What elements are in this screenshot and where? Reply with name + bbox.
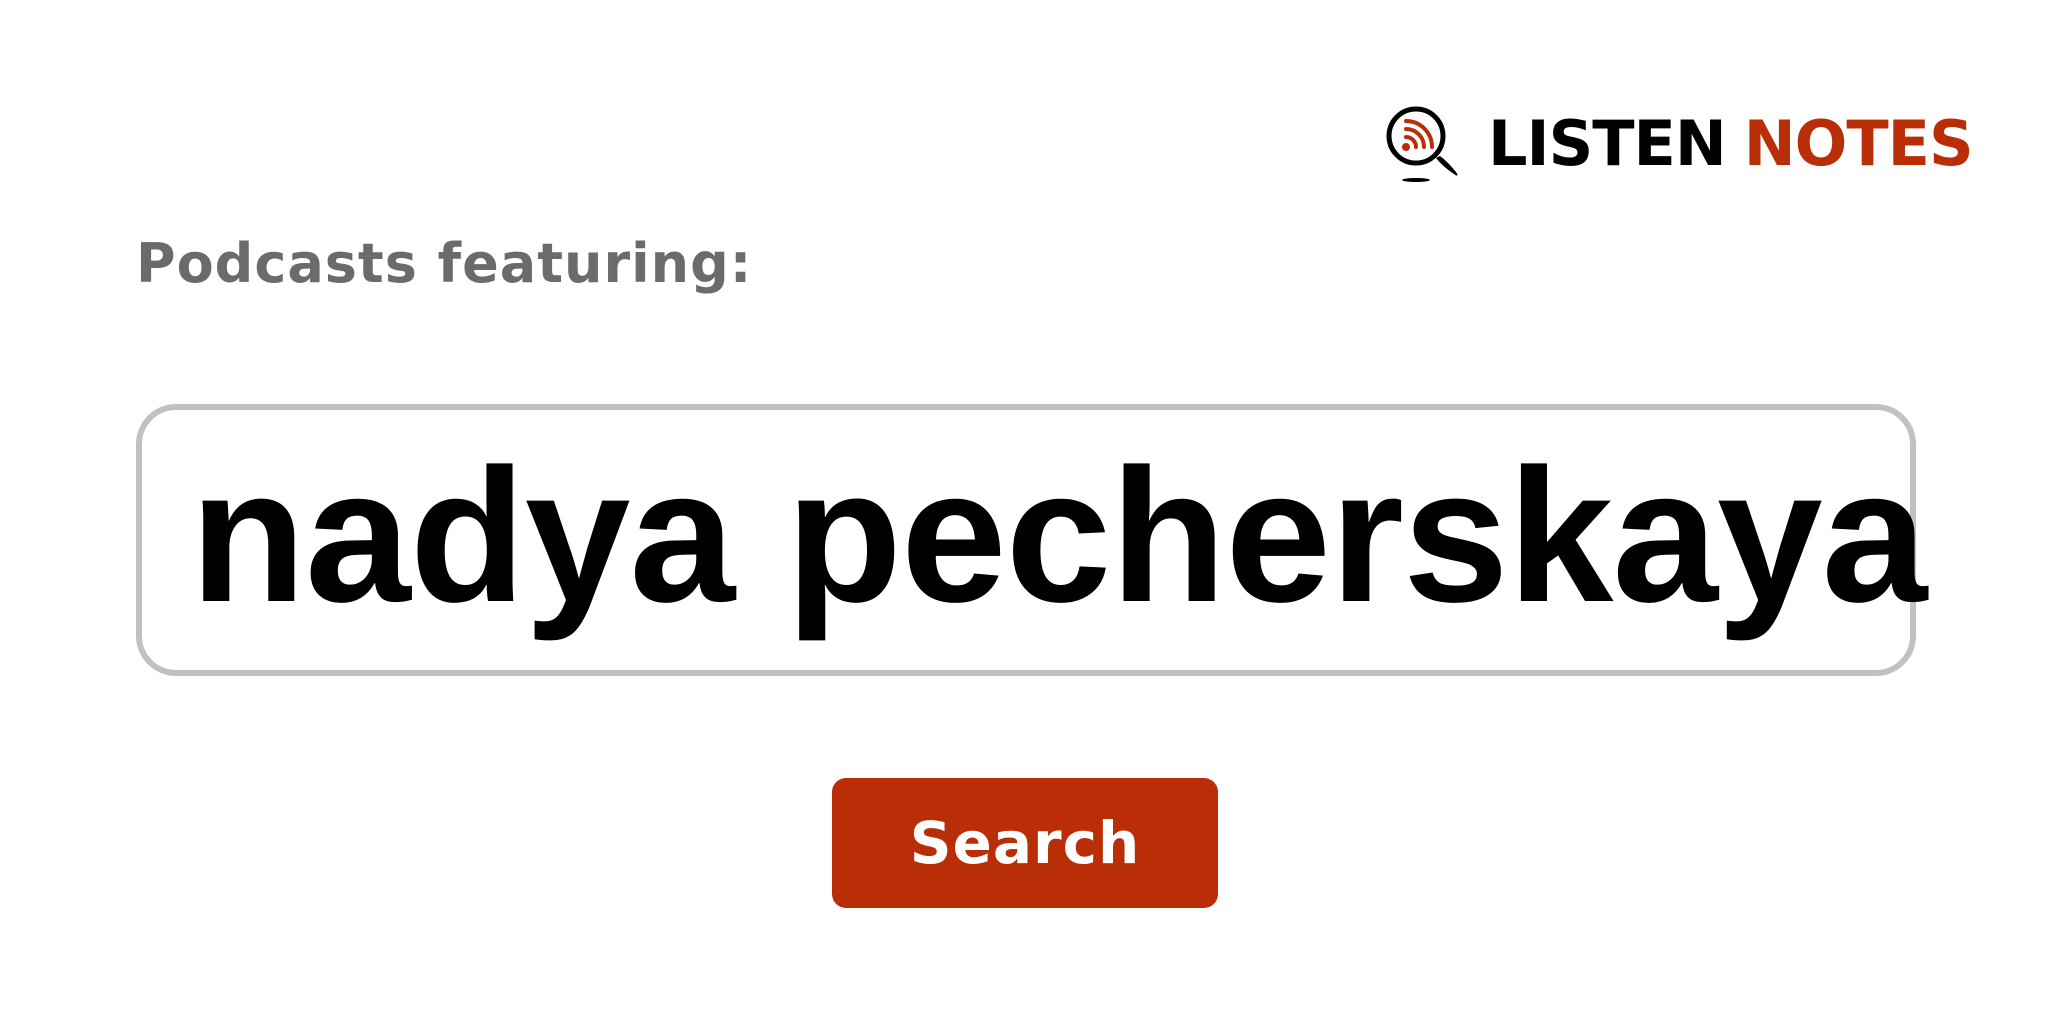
podcasts-featuring-label: Podcasts featuring:	[136, 232, 753, 295]
logo-word-listen: LISTEN	[1488, 107, 1727, 180]
search-input[interactable]: nadya pecherskaya	[136, 404, 1927, 676]
search-button[interactable]: Search	[832, 778, 1218, 908]
magnifier-rss-icon	[1386, 106, 1458, 182]
listen-notes-logo: LISTEN NOTES	[1384, 104, 1974, 184]
search-button-label: Search	[909, 809, 1141, 877]
search-query-text: nadya pecherskaya	[190, 430, 1927, 642]
logo-word-notes: NOTES	[1743, 107, 1974, 180]
logo-wordmark: LISTEN NOTES	[1488, 113, 1974, 175]
